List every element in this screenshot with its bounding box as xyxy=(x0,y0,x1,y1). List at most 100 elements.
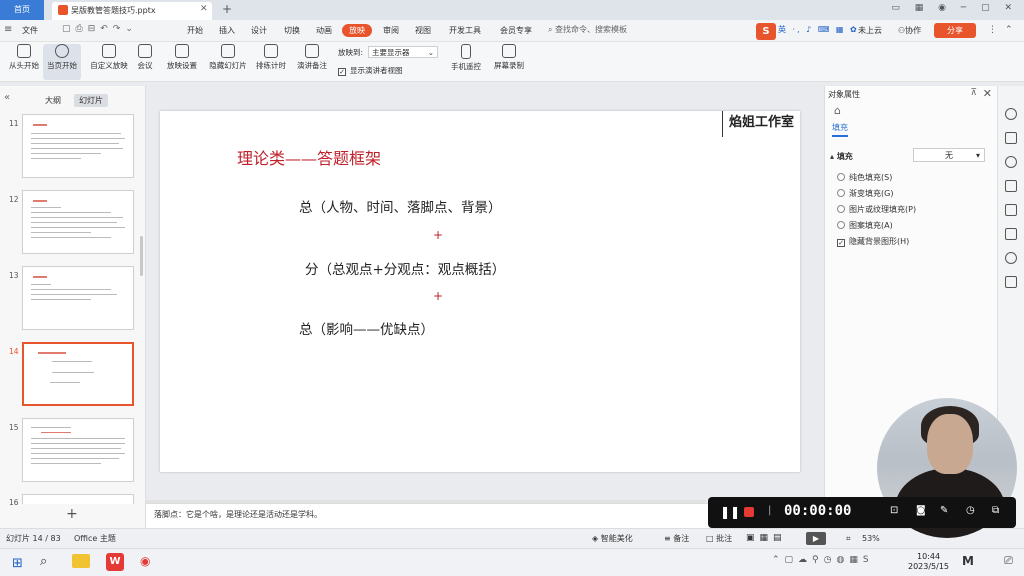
image-icon[interactable] xyxy=(1005,204,1017,216)
slide-line-3[interactable]: 总（影响——优缺点） xyxy=(299,318,434,338)
pin-icon[interactable]: ⊼ xyxy=(970,88,977,98)
slide-thumb-14-selected[interactable] xyxy=(22,342,134,406)
panel-tab-fill[interactable]: 填充 xyxy=(832,122,848,137)
sogou-ime-logo[interactable]: S xyxy=(756,23,776,40)
rehearse-button[interactable]: 排练计时 xyxy=(252,44,290,71)
menu-view[interactable]: 视图 xyxy=(415,25,431,36)
ime-toolbar[interactable]: 英 ·, ♪ ⌨ ▦ ✿ xyxy=(778,24,859,35)
view-mode-icons[interactable]: ▣▦▤ xyxy=(746,529,787,548)
layout-icon[interactable] xyxy=(1005,180,1017,192)
windows-start-icon[interactable]: ⊞ xyxy=(12,556,23,571)
menu-insert[interactable]: 插入 xyxy=(219,25,235,36)
slide-thumb-11[interactable] xyxy=(22,114,134,178)
notification-icon[interactable]: ⎚ xyxy=(1004,554,1013,568)
ribbon-collapse-icons[interactable]: ⋮⌃ xyxy=(988,25,1021,35)
collab-button[interactable]: ⚇协作 xyxy=(898,25,921,36)
slide-line-1[interactable]: 总（人物、时间、落脚点、背景） xyxy=(299,196,502,216)
slide-title[interactable]: 理论类——答题框架 xyxy=(237,145,381,169)
camera-icon[interactable]: ◙ xyxy=(916,505,926,516)
smart-beautify-button[interactable]: ◈ 智能美化 xyxy=(592,529,633,548)
tab-document[interactable]: 吴版教管答题技巧.pptx xyxy=(52,2,212,20)
tab-home[interactable]: 首页 xyxy=(0,0,44,20)
show-settings-button[interactable]: 放映设置 xyxy=(162,44,202,71)
fill-section-header[interactable]: ▴ 填充 xyxy=(830,151,853,162)
hamburger-icon[interactable]: ≡ xyxy=(4,24,12,35)
menu-slideshow[interactable]: 放映 xyxy=(342,24,372,37)
file-explorer-icon[interactable] xyxy=(72,554,90,568)
taskbar-clock[interactable]: 10:44 2023/5/15 xyxy=(908,552,949,572)
play-slideshow-icon[interactable]: ▶ xyxy=(806,532,826,545)
slide-thumb-12[interactable] xyxy=(22,190,134,254)
cloud-status[interactable]: 未上云 xyxy=(858,25,882,36)
picture-fill-label: 图片或纹理填充(P) xyxy=(849,205,917,214)
search-icon[interactable]: ⌕ xyxy=(40,554,47,569)
menu-home[interactable]: 开始 xyxy=(187,25,203,36)
screen-record-button[interactable]: 屏幕录制 xyxy=(490,44,528,71)
slide-canvas[interactable]: 焰姐工作室 理论类——答题框架 总（人物、时间、落脚点、背景） + 分（总观点+… xyxy=(160,111,800,472)
phone-icon xyxy=(461,44,471,59)
command-search[interactable]: ⌕ 查找命令、搜索模板 xyxy=(548,24,627,35)
menu-transition[interactable]: 切换 xyxy=(284,25,300,36)
solid-fill-radio[interactable]: 纯色填充(S) xyxy=(837,172,892,183)
speaker-notes-label: 演讲备注 xyxy=(297,61,327,70)
menu-developer[interactable]: 开发工具 xyxy=(449,25,481,36)
wps-icon[interactable]: W xyxy=(106,553,124,571)
custom-show-button[interactable]: 自定义放映 xyxy=(88,44,130,71)
hide-slide-button[interactable]: 隐藏幻灯片 xyxy=(206,44,250,71)
window-controls[interactable]: ▭ ▦ ◉ ─ ▢ ✕ xyxy=(891,3,1018,13)
fit-icon[interactable]: ⌗ xyxy=(846,529,851,548)
menu-member[interactable]: 会员专享 xyxy=(500,25,532,36)
thumb-scrollbar[interactable] xyxy=(140,236,143,276)
comments-toggle[interactable]: □ 批注 xyxy=(706,529,732,548)
cursor-icon[interactable] xyxy=(1005,108,1017,120)
notes-toggle[interactable]: ≡ 备注 xyxy=(664,529,689,548)
slide-thumb-16[interactable] xyxy=(22,494,134,504)
fill-select[interactable]: 无 ▾ xyxy=(913,148,985,162)
from-current-button[interactable]: 当页开始 xyxy=(43,44,81,80)
theme-name[interactable]: Office 主题 xyxy=(74,529,116,548)
menu-design[interactable]: 设计 xyxy=(251,25,267,36)
fill-select-value: 无 xyxy=(945,151,953,160)
menu-animation[interactable]: 动画 xyxy=(316,25,332,36)
play-to-select[interactable]: 主要显示器 ⌄ xyxy=(368,46,438,58)
speaker-notes-button[interactable]: 演讲备注 xyxy=(295,44,329,71)
share-button[interactable]: 分享 xyxy=(934,23,976,38)
star-icon[interactable] xyxy=(1005,156,1017,168)
pane-tab-slides[interactable]: 幻灯片 xyxy=(74,94,108,107)
picture-fill-radio[interactable]: 图片或纹理填充(P) xyxy=(837,204,916,215)
quick-access-icons[interactable]: ▢⎙⊟↶↷⌄ xyxy=(62,24,138,34)
menu-file[interactable]: 文件 xyxy=(22,25,38,36)
pattern-fill-radio[interactable]: 图案填充(A) xyxy=(837,220,893,231)
slide-line-2[interactable]: 分（总观点+分观点：观点概括） xyxy=(305,258,505,278)
grid-icon[interactable] xyxy=(1005,276,1017,288)
slide-thumb-13[interactable] xyxy=(22,266,134,330)
system-tray-icons[interactable]: ⌃▢☁⚲◷◍▦S xyxy=(772,555,874,565)
fill-bucket-icon: ⌂ xyxy=(834,104,841,117)
pen-icon[interactable]: ✎ xyxy=(940,505,948,516)
new-tab-icon[interactable]: + xyxy=(222,2,232,16)
close-tab-icon[interactable]: ✕ xyxy=(200,4,208,14)
from-start-button[interactable]: 从头开始 xyxy=(6,44,42,71)
add-slide-icon[interactable]: + xyxy=(66,506,78,522)
properties-icon[interactable] xyxy=(1005,132,1017,144)
recorder-app-icon[interactable]: ◉ xyxy=(140,554,150,568)
presenter-view-checkbox[interactable]: ✓ 显示演讲者视图 xyxy=(338,65,403,76)
hide-bg-checkbox[interactable]: ✓ 隐藏背景图形(H) xyxy=(837,236,909,247)
im-icon[interactable]: M xyxy=(962,554,974,568)
minimize-icon[interactable]: ⧉ xyxy=(992,505,999,516)
pause-icon[interactable]: ❚❚ xyxy=(720,505,740,519)
stop-record-icon[interactable] xyxy=(744,507,754,517)
zoom-value[interactable]: 53% xyxy=(862,529,880,548)
slide-thumb-15[interactable] xyxy=(22,418,134,482)
pane-tab-outline[interactable]: 大纲 xyxy=(40,94,66,107)
meeting-button[interactable]: 会议 xyxy=(134,44,156,71)
media-icon[interactable] xyxy=(1005,228,1017,240)
close-icon[interactable]: ✕ xyxy=(983,87,992,100)
collapse-pane-icon[interactable]: « xyxy=(4,92,10,103)
gradient-fill-radio[interactable]: 渐变填充(G) xyxy=(837,188,893,199)
phone-remote-button[interactable]: 手机遥控 xyxy=(448,44,484,72)
location-icon[interactable] xyxy=(1005,252,1017,264)
menu-review[interactable]: 审阅 xyxy=(383,25,399,36)
screenshot-icon[interactable]: ⊡ xyxy=(890,505,898,516)
clock-icon[interactable]: ◷ xyxy=(966,505,975,516)
